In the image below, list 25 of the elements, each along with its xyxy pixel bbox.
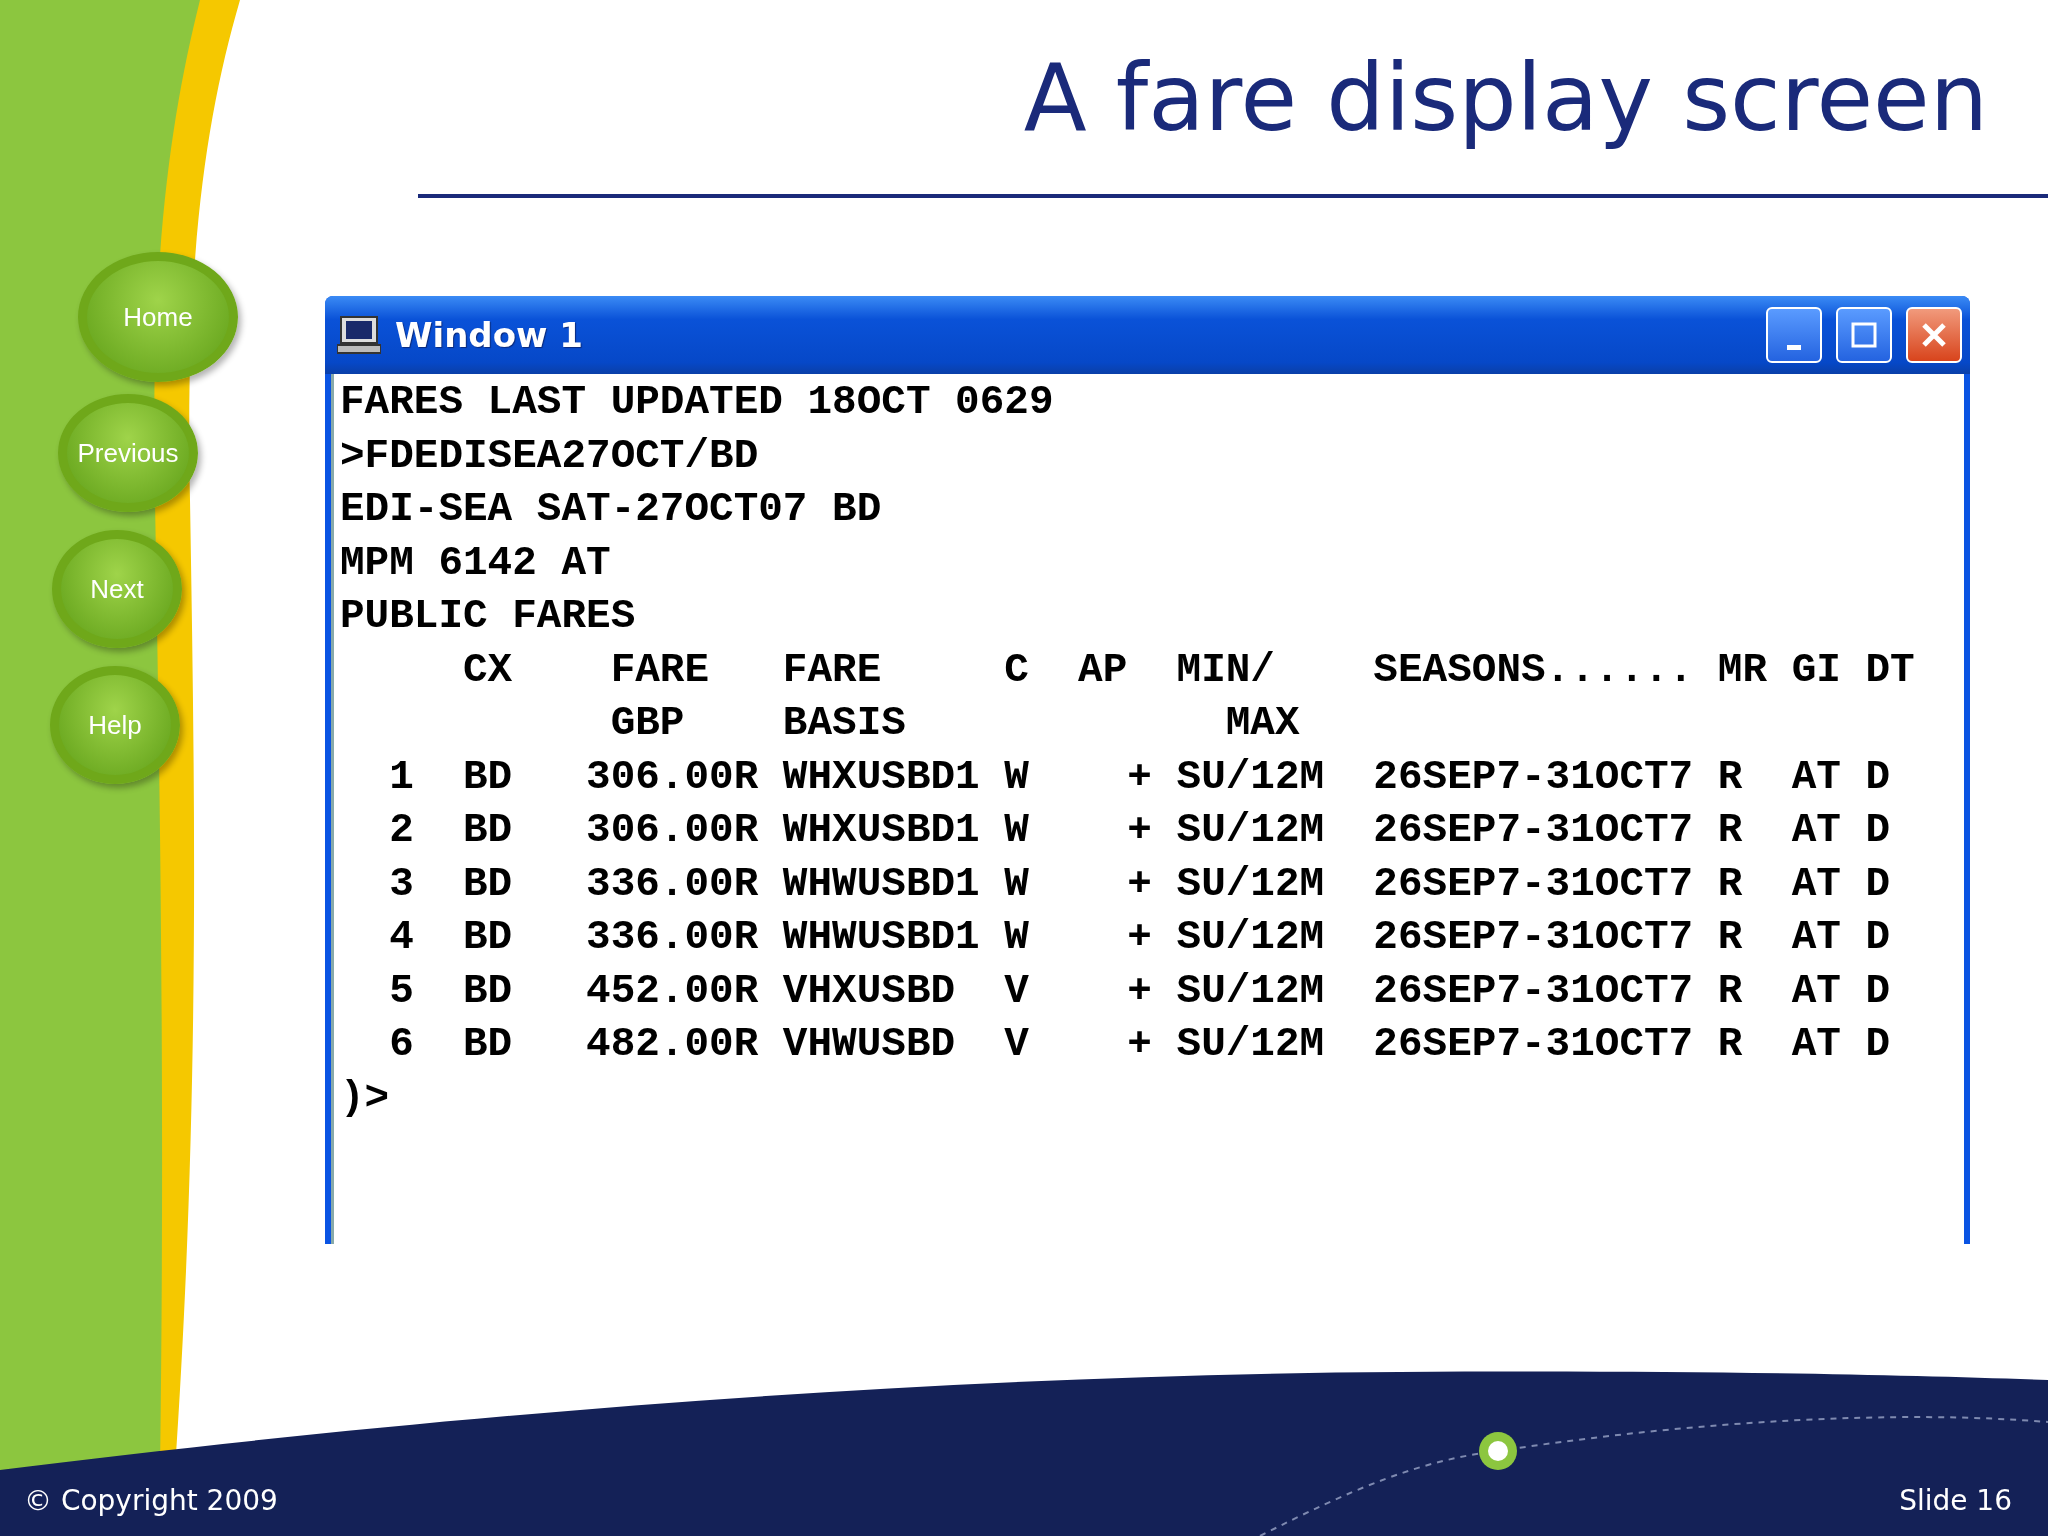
maximize-button[interactable] (1836, 307, 1892, 363)
terminal-line: 5 BD 452.00R VHXUSBD V + SU/12M 26SEP7-31OCT7 R AT D (388, 966, 1891, 1016)
terminal-line: GBP BASIS MAX (609, 699, 1300, 748)
terminal-line: FARES LAST UPDATED 18OCT 0629 (340, 378, 1054, 427)
terminal-line: CX FARE FARE C AP MIN/ SEASONS...... MR GI DT (462, 645, 1915, 695)
terminal-line: )> (340, 1073, 390, 1123)
ring-icon (1479, 1432, 1517, 1470)
terminal-line: 3 BD 336.00R WHWUSBD1 W + SU/12M 26SEP7-31OCT7 R AT D (388, 859, 1891, 909)
terminal-line: MPM 6142 AT (340, 538, 611, 588)
terminal-line: >FDEDISEA27OCT/BD (340, 431, 759, 481)
slide-number: Slide 16 (1899, 1483, 2012, 1519)
computer-icon (337, 315, 381, 355)
terminal-line: 6 BD 482.00R VHWUSBD V + SU/12M 26SEP7-31OCT7 R AT D (388, 1020, 1891, 1069)
minimize-icon (1787, 344, 1801, 350)
terminal-line: 1 BD 306.00R WHXUSBD1 W + SU/12M 26SEP7-31OCT7 R AT D (388, 752, 1891, 802)
terminal-line: 4 BD 336.00R WHWUSBD1 W + SU/12M 26SEP7-31OCT7 R AT D (388, 913, 1891, 962)
slide-title: A fare display screen (1023, 48, 1988, 150)
maximize-icon (1849, 320, 1879, 350)
terminal-line: EDI-SEA SAT-27OCT07 BD (340, 485, 882, 534)
window-title: Window 1 (395, 313, 584, 357)
close-button[interactable] (1906, 307, 1962, 363)
terminal-line: 2 BD 306.00R WHXUSBD1 W + SU/12M 26SEP7-31OCT7 R AT D (388, 806, 1891, 855)
copyright-text: © Copyright 2009 (24, 1483, 278, 1519)
minimize-button[interactable] (1766, 307, 1822, 363)
terminal-line: PUBLIC FARES (340, 592, 636, 641)
